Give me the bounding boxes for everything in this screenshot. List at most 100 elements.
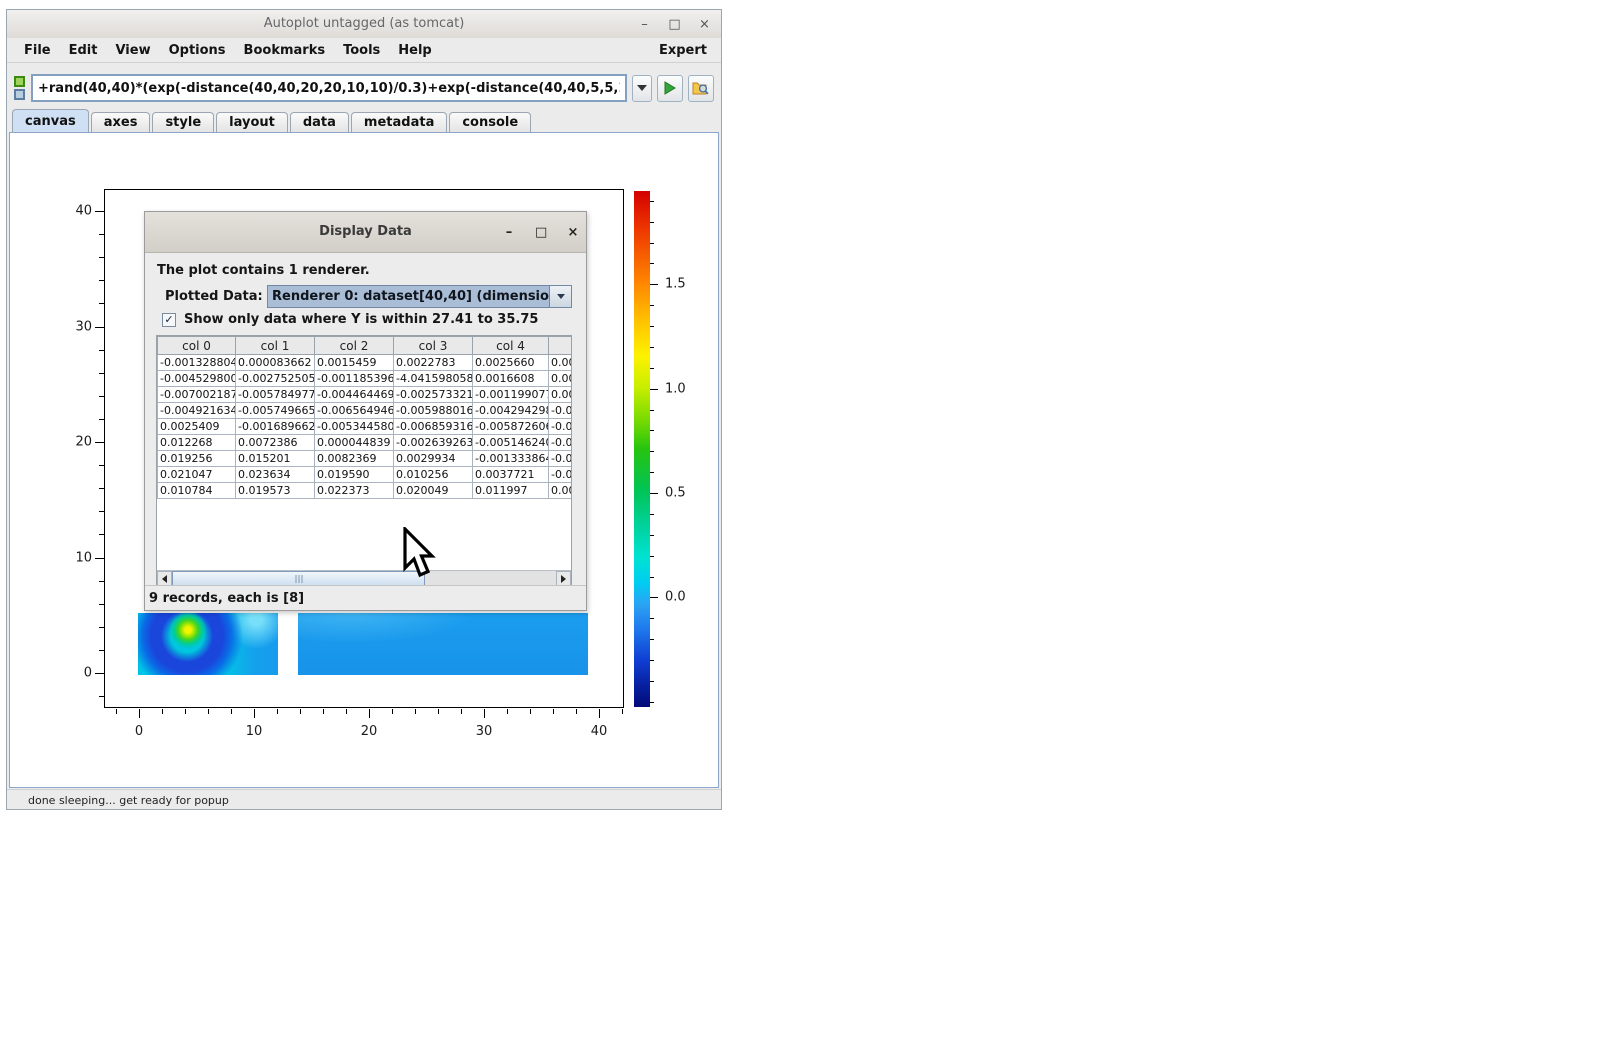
table-cell[interactable]: 0.021047 bbox=[158, 467, 236, 483]
table-cell[interactable]: 0.019573 bbox=[236, 483, 315, 499]
table-cell[interactable]: -0.002573321... bbox=[394, 387, 473, 403]
table-cell[interactable]: 0.0022783 bbox=[394, 355, 473, 371]
table-cell[interactable]: -0.004294298... bbox=[473, 403, 549, 419]
tab-data[interactable]: data bbox=[290, 112, 349, 132]
filter-checkbox[interactable]: ✓ bbox=[162, 313, 176, 327]
table-cell[interactable]: 0.023634 bbox=[236, 467, 315, 483]
data-table-scrollpane[interactable]: col 0col 1col 2col 3col 4 -0.001328804...… bbox=[156, 335, 572, 587]
table-cell[interactable]: -0.001199077... bbox=[473, 387, 549, 403]
maximize-icon[interactable]: □ bbox=[668, 17, 681, 32]
tab-console[interactable]: console bbox=[449, 112, 531, 132]
table-header-col-4[interactable]: col 4 bbox=[473, 337, 549, 355]
inspect-uri-button[interactable] bbox=[688, 75, 714, 102]
plot-go-button[interactable] bbox=[657, 75, 683, 102]
table-cell[interactable]: 0.0037721 bbox=[473, 467, 549, 483]
table-row[interactable]: -0.001328804...0.0000836620.00154590.002… bbox=[158, 355, 573, 371]
table-cell[interactable]: -4.041598058... bbox=[394, 371, 473, 387]
table-cell[interactable]: 0.0025409 bbox=[158, 419, 236, 435]
menu-item-options[interactable]: Options bbox=[160, 43, 235, 58]
table-cell[interactable]: -0.001185396... bbox=[315, 371, 394, 387]
table-cell[interactable]: -0.0 bbox=[549, 419, 573, 435]
table-cell[interactable]: 0.00 bbox=[549, 387, 573, 403]
table-cell[interactable]: 0.0029934 bbox=[394, 451, 473, 467]
table-cell[interactable]: -0.005988016... bbox=[394, 403, 473, 419]
uri-dropdown-button[interactable] bbox=[632, 75, 652, 102]
table-row[interactable]: 0.0122680.00723860.000044839-0.002639263… bbox=[158, 435, 573, 451]
table-cell[interactable]: 0.0082369 bbox=[315, 451, 394, 467]
scroll-left-button[interactable] bbox=[157, 571, 172, 586]
table-header-col-0[interactable]: col 0 bbox=[158, 337, 236, 355]
menu-item-help[interactable]: Help bbox=[389, 43, 440, 58]
table-cell[interactable]: 0.000083662 bbox=[236, 355, 315, 371]
scrollbar-thumb[interactable] bbox=[172, 571, 425, 586]
table-row[interactable]: 0.0210470.0236340.0195900.0102560.003772… bbox=[158, 467, 573, 483]
table-cell[interactable]: 0.0016608 bbox=[473, 371, 549, 387]
table-cell[interactable]: -0.001333864... bbox=[473, 451, 549, 467]
dialog-maximize-icon[interactable]: □ bbox=[535, 225, 547, 240]
menu-item-view[interactable]: View bbox=[106, 43, 159, 58]
table-header-col-3[interactable]: col 3 bbox=[394, 337, 473, 355]
table-row[interactable]: 0.0025409-0.001689662...-0.005344580...-… bbox=[158, 419, 573, 435]
table-cell[interactable]: 0.000044839 bbox=[315, 435, 394, 451]
table-header-col-5[interactable] bbox=[549, 337, 573, 355]
table-cell[interactable]: 0.0025660 bbox=[473, 355, 549, 371]
horizontal-scrollbar[interactable] bbox=[157, 570, 571, 586]
table-cell[interactable]: -0.007002187... bbox=[158, 387, 236, 403]
table-cell[interactable]: -0.004464469... bbox=[315, 387, 394, 403]
table-cell[interactable]: -0.005146240... bbox=[473, 435, 549, 451]
menu-item-bookmarks[interactable]: Bookmarks bbox=[235, 43, 335, 58]
table-cell[interactable]: -0.001328804... bbox=[158, 355, 236, 371]
scrollbar-track[interactable] bbox=[172, 571, 556, 586]
plot-canvas[interactable]: 4030201000102030401.51.00.50.0 Display D… bbox=[9, 132, 719, 788]
table-cell[interactable]: 0.010784 bbox=[158, 483, 236, 499]
uri-input[interactable] bbox=[31, 74, 627, 102]
dialog-minimize-icon[interactable]: – bbox=[503, 225, 515, 240]
menu-item-expert[interactable]: Expert bbox=[653, 43, 713, 58]
table-cell[interactable]: -0.005344580... bbox=[315, 419, 394, 435]
plotted-data-combobox[interactable]: Renderer 0: dataset[40,40] (dimension... bbox=[267, 285, 572, 308]
close-icon[interactable]: × bbox=[698, 17, 711, 32]
window-titlebar[interactable]: Autoplot untagged (as tomcat) – □ × bbox=[7, 10, 721, 38]
table-cell[interactable]: -0.004921634... bbox=[158, 403, 236, 419]
table-row[interactable]: 0.0107840.0195730.0223730.0200490.011997… bbox=[158, 483, 573, 499]
table-cell[interactable]: -0.0 bbox=[549, 467, 573, 483]
table-cell[interactable]: 0.020049 bbox=[394, 483, 473, 499]
tab-metadata[interactable]: metadata bbox=[351, 112, 447, 132]
table-row[interactable]: 0.0192560.0152010.00823690.0029934-0.001… bbox=[158, 451, 573, 467]
table-cell[interactable]: -0.006564946... bbox=[315, 403, 394, 419]
tab-layout[interactable]: layout bbox=[216, 112, 288, 132]
table-cell[interactable]: 0.010256 bbox=[394, 467, 473, 483]
table-cell[interactable]: 0.00 bbox=[549, 483, 573, 499]
table-cell[interactable]: 0.022373 bbox=[315, 483, 394, 499]
scroll-right-button[interactable] bbox=[556, 571, 571, 586]
menu-item-edit[interactable]: Edit bbox=[60, 43, 107, 58]
menu-item-file[interactable]: File bbox=[15, 43, 60, 58]
dialog-close-icon[interactable]: × bbox=[567, 225, 579, 240]
table-cell[interactable]: 0.011997 bbox=[473, 483, 549, 499]
tab-axes[interactable]: axes bbox=[91, 112, 151, 132]
table-cell[interactable]: -0.006859316... bbox=[394, 419, 473, 435]
table-row[interactable]: -0.004921634...-0.005749665...-0.0065649… bbox=[158, 403, 573, 419]
table-cell[interactable]: -0.005872606... bbox=[473, 419, 549, 435]
tab-style[interactable]: style bbox=[152, 112, 214, 132]
table-cell[interactable]: -0.0 bbox=[549, 451, 573, 467]
table-cell[interactable]: -0.0 bbox=[549, 403, 573, 419]
table-cell[interactable]: 0.0015459 bbox=[315, 355, 394, 371]
table-cell[interactable]: -0.001689662... bbox=[236, 419, 315, 435]
table-cell[interactable]: 0.00 bbox=[549, 355, 573, 371]
table-header-col-2[interactable]: col 2 bbox=[315, 337, 394, 355]
table-cell[interactable]: 0.012268 bbox=[158, 435, 236, 451]
table-header-col-1[interactable]: col 1 bbox=[236, 337, 315, 355]
combobox-arrow-button[interactable] bbox=[549, 286, 571, 307]
table-cell[interactable]: 0.015201 bbox=[236, 451, 315, 467]
menu-item-tools[interactable]: Tools bbox=[334, 43, 389, 58]
table-cell[interactable]: 0.019590 bbox=[315, 467, 394, 483]
tab-canvas[interactable]: canvas bbox=[12, 109, 89, 132]
table-row[interactable]: -0.004529800...-0.002752505...-0.0011853… bbox=[158, 371, 573, 387]
table-cell[interactable]: 0.019256 bbox=[158, 451, 236, 467]
table-cell[interactable]: -0.002752505... bbox=[236, 371, 315, 387]
table-row[interactable]: -0.007002187...-0.005784977...-0.0044644… bbox=[158, 387, 573, 403]
table-cell[interactable]: 0.00 bbox=[549, 371, 573, 387]
table-cell[interactable]: 0.0072386 bbox=[236, 435, 315, 451]
table-cell[interactable]: -0.004529800... bbox=[158, 371, 236, 387]
